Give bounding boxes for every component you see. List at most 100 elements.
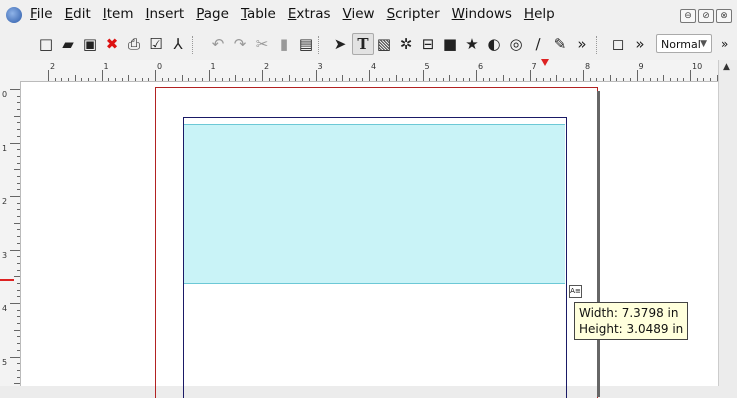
ruler-tick [17, 175, 20, 177]
ruler-tick [201, 78, 203, 81]
ruler-tick [348, 78, 350, 81]
horizontal-ruler[interactable]: 2 1 0 1 2 3 4 5 6 7 8 9 10 [20, 60, 718, 82]
select-tool-icon[interactable]: ➤ [330, 34, 350, 54]
ruler-tick [302, 78, 304, 81]
ruler-tick [496, 78, 498, 81]
export-pdf-icon[interactable]: ⅄ [168, 34, 188, 54]
copy-icon[interactable]: ▮ [274, 34, 294, 54]
ruler-number: 0 [157, 62, 163, 71]
menu-extras[interactable]: Extras [288, 6, 331, 22]
ruler-tick [288, 75, 290, 81]
polygon-tool-icon[interactable]: ★ [462, 34, 482, 54]
ruler-tick [235, 75, 237, 81]
ruler-tick [17, 155, 20, 157]
ruler-tick [409, 78, 411, 81]
vertical-scrollbar[interactable]: ▲ [718, 60, 737, 386]
toolbar-separator [596, 36, 598, 54]
ruler-tick [10, 303, 20, 304]
ruler-tick [68, 78, 70, 81]
close-button[interactable]: ⊗ [716, 9, 732, 23]
ruler-tick [17, 323, 20, 325]
ruler-tick [14, 222, 20, 224]
menu-page[interactable]: Page [196, 6, 229, 22]
ruler-number: 2 [2, 197, 8, 206]
menu-insert[interactable]: Insert [146, 6, 185, 22]
bezier-tool-icon[interactable]: ✎ [550, 34, 570, 54]
menu-item[interactable]: Item [103, 6, 134, 22]
menu-windows[interactable]: Windows [452, 6, 512, 22]
ruler-tick [669, 78, 671, 81]
ruler-tick [369, 70, 370, 81]
ruler-tick [48, 70, 49, 81]
spiral-tool-icon[interactable]: ◎ [506, 34, 526, 54]
ruler-tick [609, 75, 611, 81]
ruler-tick [155, 70, 156, 81]
ruler-tick [549, 78, 551, 81]
ruler-tick [649, 78, 651, 81]
save-icon[interactable]: ▣ [80, 34, 100, 54]
print-icon[interactable]: ⎙ [124, 34, 144, 54]
ruler-tick [583, 70, 584, 81]
ruler-tick [489, 78, 491, 81]
menu-table[interactable]: Table [241, 6, 276, 22]
open-icon[interactable]: ▰ [58, 34, 78, 54]
preflight-check-icon[interactable]: ☑ [146, 34, 166, 54]
image-frame-tool-icon[interactable]: ▧ [374, 34, 394, 54]
ruler-tick [308, 78, 310, 81]
ruler-tick [282, 78, 284, 81]
render-frame-tool-icon[interactable]: ✲ [396, 34, 416, 54]
table-tool-icon[interactable]: ⊟ [418, 34, 438, 54]
menu-file[interactable]: File [30, 6, 53, 22]
shape-tool-icon[interactable]: ■ [440, 34, 460, 54]
ruler-tick [529, 70, 531, 81]
ruler-tick [17, 149, 20, 151]
ruler-tick [355, 78, 357, 81]
ruler-tick [603, 78, 605, 81]
ruler-tick [14, 276, 20, 278]
toolbar-separator [192, 36, 194, 54]
menu-edit[interactable]: Edit [65, 6, 91, 22]
menu-view[interactable]: View [343, 6, 375, 22]
ruler-tick [522, 78, 524, 81]
ruler-tick [17, 236, 20, 238]
ruler-tick [208, 70, 210, 81]
more-view-icon[interactable]: » [630, 34, 650, 54]
zoom-mode-select[interactable]: Normal ▼ [656, 34, 712, 53]
more-tools-icon[interactable]: » [572, 34, 592, 54]
toolbar-overflow-button[interactable]: » [721, 37, 728, 51]
text-frame-tool-icon[interactable]: T [352, 33, 374, 55]
menu-scripter[interactable]: Scripter [387, 6, 440, 22]
scroll-up-icon[interactable]: ▲ [723, 62, 730, 72]
ruler-tick [248, 78, 250, 81]
ruler-number: 5 [2, 357, 8, 367]
ruler-tick [509, 78, 511, 81]
ruler-tick [175, 78, 177, 81]
ruler-number: 1 [103, 62, 109, 71]
close-document-icon[interactable]: ✖ [102, 34, 122, 54]
preview-mode-icon[interactable]: ◻ [608, 34, 628, 54]
restore-button[interactable]: ⊘ [698, 9, 714, 23]
ruler-tick [17, 216, 20, 218]
ruler-number: 1 [2, 143, 8, 153]
paste-icon[interactable]: ▤ [296, 34, 316, 54]
line-tool-icon[interactable]: ∕ [528, 34, 548, 54]
minimize-button[interactable]: ⊖ [680, 9, 696, 23]
new-document-icon[interactable]: □ [36, 34, 56, 54]
ruler-tick [241, 78, 243, 81]
menu-help[interactable]: Help [524, 6, 555, 22]
arc-tool-icon[interactable]: ◐ [484, 34, 504, 54]
redo-icon[interactable]: ↷ [230, 34, 250, 54]
cut-icon[interactable]: ✂ [252, 34, 272, 54]
document-canvas[interactable]: A≡ Width: 7.3798 in Height: 3.0489 in [21, 82, 718, 398]
ruler-tick [442, 78, 444, 81]
ruler-tick [542, 78, 544, 81]
ruler-tick [469, 78, 471, 81]
ruler-corner [0, 60, 20, 82]
ruler-tick [295, 78, 297, 81]
ruler-tick [536, 78, 538, 81]
ruler-tick [14, 329, 20, 331]
vertical-ruler[interactable]: 0 1 2 3 4 5 [0, 81, 21, 386]
text-frame[interactable] [184, 124, 565, 284]
ruler-tick [382, 78, 384, 81]
undo-icon[interactable]: ↶ [208, 34, 228, 54]
